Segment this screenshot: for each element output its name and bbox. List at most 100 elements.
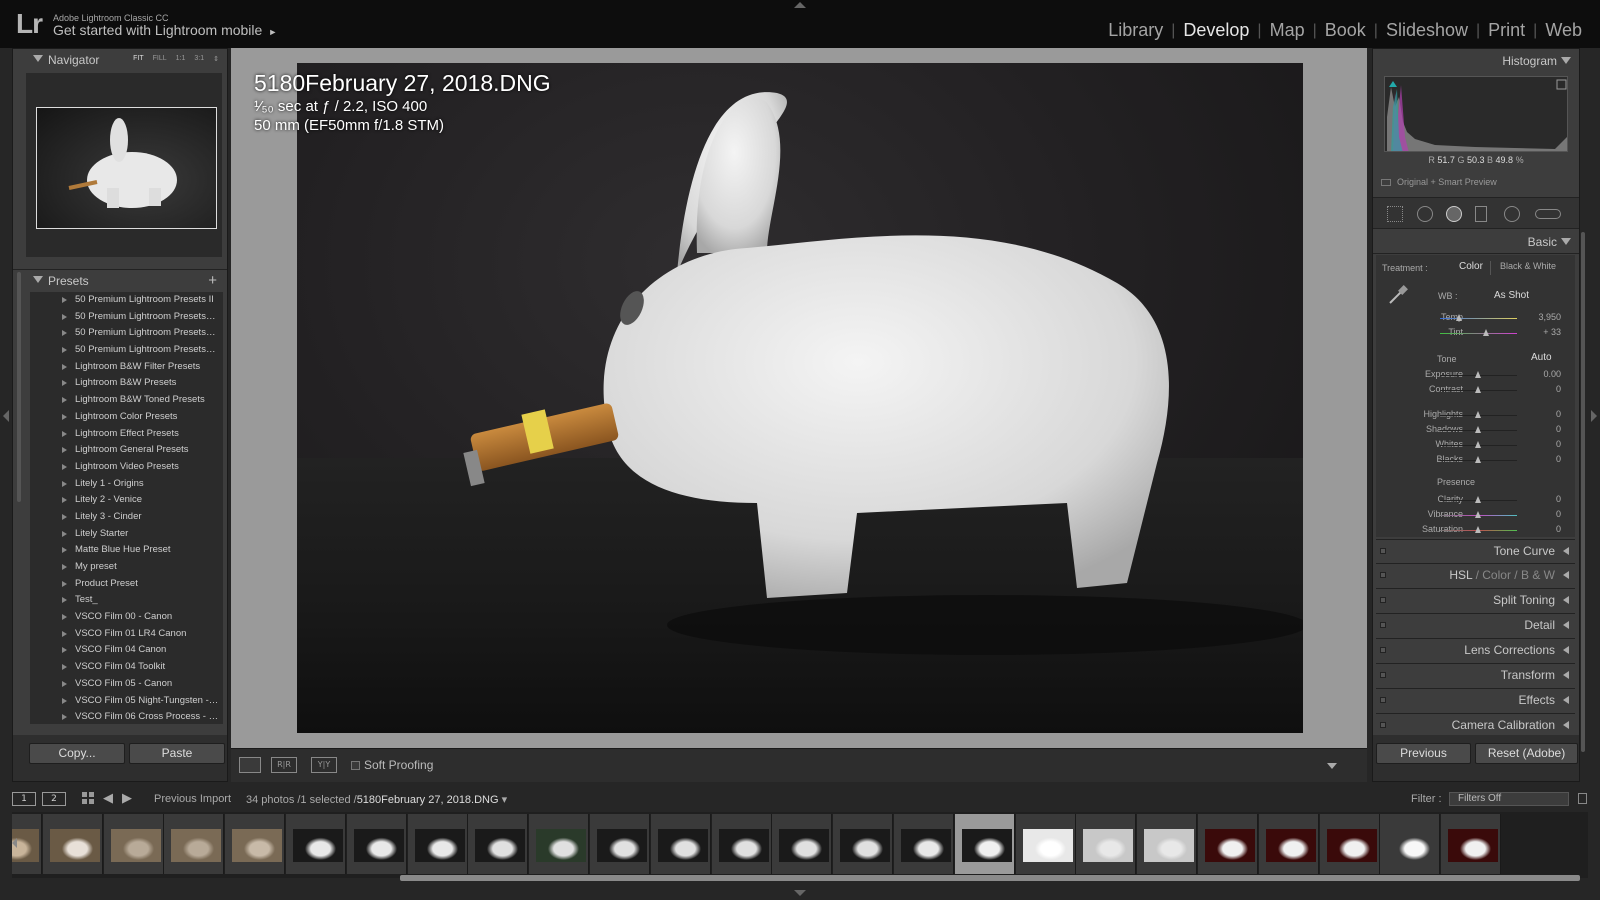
right-panel-scrollbar[interactable]	[1581, 232, 1585, 752]
filmstrip-thumbnail[interactable]	[286, 814, 346, 874]
preset-folder-item[interactable]: Matte Blue Hue Preset	[30, 542, 223, 559]
filmstrip-thumbnail[interactable]	[954, 814, 1015, 874]
filmstrip-thumbnail[interactable]	[590, 814, 650, 874]
add-preset-icon[interactable]: +	[208, 272, 217, 289]
left-panel-collapse-icon[interactable]	[3, 410, 9, 422]
filmstrip-thumbnail[interactable]	[772, 814, 833, 874]
filter-select[interactable]: Filters Off	[1449, 792, 1569, 806]
preset-folder-item[interactable]: VSCO Film 00 - Canon	[30, 609, 223, 626]
preset-folder-item[interactable]: VSCO Film 06 Cross Process - Ca…	[30, 709, 223, 724]
module-print[interactable]: Print	[1480, 20, 1533, 41]
filmstrip-scroll-left-icon[interactable]	[12, 838, 17, 848]
effects-panel-header[interactable]: Effects	[1376, 688, 1575, 710]
preset-folder-item[interactable]: 50 Premium Lightroom Presets…	[30, 325, 223, 342]
panel-toggle-switch[interactable]	[1380, 647, 1386, 653]
slider-value[interactable]: 0.00	[1543, 369, 1561, 379]
top-panel-collapse-icon[interactable]	[794, 2, 806, 8]
slider-thumb[interactable]	[1475, 456, 1481, 463]
filmstrip-thumbnail[interactable]	[1441, 814, 1502, 874]
filmstrip-thumbnail[interactable]	[164, 814, 225, 874]
presets-header[interactable]: Presets +	[13, 269, 227, 291]
filmstrip-thumbnail[interactable]	[1076, 814, 1137, 874]
left-panel-scrollbar[interactable]	[17, 272, 21, 502]
filmstrip-thumbnail[interactable]	[1015, 814, 1076, 874]
slider-track[interactable]	[1440, 333, 1517, 334]
slider-vibrance[interactable]: Vibrance 0	[1376, 508, 1575, 522]
filmstrip-thumbnail[interactable]	[103, 814, 164, 874]
color-tab[interactable]: Color	[1482, 568, 1511, 582]
preset-folder-item[interactable]: Lightroom General Presets	[30, 442, 223, 459]
preset-folder-item[interactable]: VSCO Film 04 Toolkit	[30, 659, 223, 676]
preset-folder-item[interactable]: Test_	[30, 592, 223, 609]
preset-folder-item[interactable]: Product Preset	[30, 576, 223, 593]
preset-folder-item[interactable]: Lightroom Effect Presets	[30, 426, 223, 443]
before-after-lr-icon[interactable]: R|R	[271, 757, 297, 773]
panel-toggle-switch[interactable]	[1380, 697, 1386, 703]
zoom-fit[interactable]: FIT	[133, 55, 144, 63]
mobile-promo-link[interactable]: Get started with Lightroom mobile ►	[53, 22, 277, 38]
adjustment-brush-icon[interactable]	[1535, 209, 1561, 219]
wb-select[interactable]: As Shot	[1494, 290, 1529, 301]
lens-corrections-panel-header[interactable]: Lens Corrections	[1376, 638, 1575, 660]
preset-folder-item[interactable]: Litely 3 - Cinder	[30, 509, 223, 526]
filmstrip-thumbnail[interactable]	[407, 814, 468, 874]
slider-value[interactable]: 0	[1556, 409, 1561, 419]
slider-exposure[interactable]: Exposure 0.00	[1376, 368, 1575, 382]
slider-clarity[interactable]: Clarity 0	[1376, 493, 1575, 507]
graduated-filter-icon[interactable]	[1475, 206, 1487, 222]
slider-contrast[interactable]: Contrast 0	[1376, 383, 1575, 397]
bw-tab[interactable]: B & W	[1521, 568, 1555, 582]
slider-value[interactable]: 0	[1556, 384, 1561, 394]
hsl-tab[interactable]: HSL	[1449, 568, 1472, 582]
secondary-window-toggle[interactable]: 2	[42, 792, 66, 806]
navigator-thumbnail[interactable]	[36, 107, 217, 229]
transform-panel-header[interactable]: Transform	[1376, 663, 1575, 685]
filmstrip-thumbnail[interactable]	[1137, 814, 1198, 874]
right-panel-collapse-icon[interactable]	[1591, 410, 1597, 422]
slider-value[interactable]: 0	[1556, 524, 1561, 534]
slider-track[interactable]	[1440, 318, 1517, 319]
radial-filter-icon[interactable]	[1504, 206, 1520, 222]
before-after-tb-icon[interactable]: Y|Y	[311, 757, 337, 773]
preset-folder-item[interactable]: VSCO Film 05 Night-Tungsten -…	[30, 693, 223, 710]
filmstrip-thumbnail[interactable]	[1258, 814, 1319, 874]
slider-value[interactable]: + 33	[1543, 327, 1561, 337]
slider-saturation[interactable]: Saturation 0	[1376, 523, 1575, 537]
slider-thumb[interactable]	[1455, 314, 1462, 321]
slider-thumb[interactable]	[1475, 411, 1481, 418]
camera-calibration-panel-header[interactable]: Camera Calibration	[1376, 713, 1575, 735]
navigator-header[interactable]: Navigator FIT FILL 1:1 3:1 ⇕	[13, 49, 227, 71]
filmstrip-thumbnail[interactable]	[833, 814, 894, 874]
slider-value[interactable]: 0	[1556, 494, 1561, 504]
auto-tone-button[interactable]: Auto	[1531, 352, 1552, 363]
filmstrip-thumbnail[interactable]	[468, 814, 529, 874]
preset-folder-item[interactable]: VSCO Film 04 Canon	[30, 642, 223, 659]
filmstrip-thumbnail[interactable]	[225, 814, 286, 874]
grid-view-icon[interactable]	[82, 792, 95, 805]
module-map[interactable]: Map	[1262, 20, 1313, 41]
slider-value[interactable]: 3,950	[1538, 312, 1561, 322]
back-arrow-icon[interactable]: ◀	[103, 790, 113, 806]
zoom-more-icon[interactable]: ⇕	[213, 55, 219, 63]
tone-curve-panel-header[interactable]: Tone Curve	[1376, 539, 1575, 561]
panel-toggle-switch[interactable]	[1380, 548, 1386, 554]
filmstrip-scrollbar[interactable]	[400, 875, 1580, 881]
copy-button[interactable]: Copy...	[29, 743, 125, 764]
preset-folder-item[interactable]: Lightroom B&W Toned Presets	[30, 392, 223, 409]
panel-toggle-switch[interactable]	[1380, 572, 1386, 578]
panel-toggle-switch[interactable]	[1380, 672, 1386, 678]
slider-thumb[interactable]	[1475, 496, 1481, 503]
preset-folder-item[interactable]: Lightroom B&W Presets	[30, 375, 223, 392]
preset-folder-item[interactable]: VSCO Film 05 - Canon	[30, 676, 223, 693]
module-slideshow[interactable]: Slideshow	[1378, 20, 1476, 41]
module-book[interactable]: Book	[1317, 20, 1374, 41]
main-window-toggle[interactable]: 1	[12, 792, 36, 806]
red-eye-icon[interactable]	[1446, 206, 1462, 222]
slider-thumb[interactable]	[1475, 441, 1481, 448]
preset-folder-item[interactable]: 50 Premium Lightroom Presets II	[30, 292, 223, 309]
slider-thumb[interactable]	[1475, 426, 1481, 433]
preset-folder-item[interactable]: Litely 1 - Origins	[30, 476, 223, 493]
preset-folder-item[interactable]: Lightroom Color Presets	[30, 409, 223, 426]
filmstrip-thumbnail[interactable]	[711, 814, 772, 874]
slider-thumb[interactable]	[1475, 526, 1481, 533]
